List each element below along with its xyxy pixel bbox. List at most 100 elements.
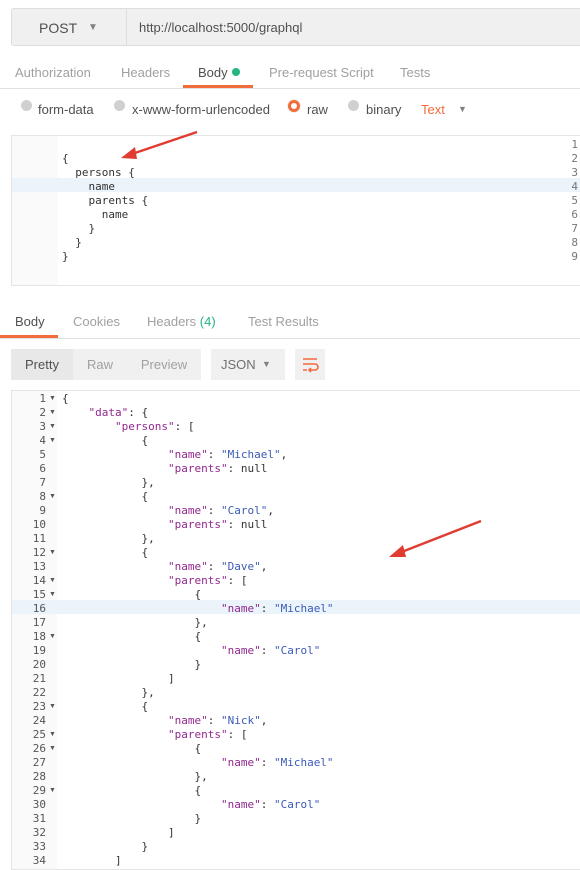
body-type-options: form-data x-www-form-urlencoded raw bina… — [0, 92, 580, 126]
radio-raw[interactable] — [288, 100, 300, 112]
wrap-lines-icon — [303, 358, 319, 373]
fold-toggle-icon[interactable]: ▼ — [49, 577, 56, 584]
code-line: parents { — [62, 194, 149, 207]
code-line: ] — [62, 672, 175, 685]
line-number: 17 — [32, 616, 46, 629]
fold-toggle-icon[interactable]: ▼ — [49, 437, 56, 444]
url-input[interactable]: http://localhost:5000/graphql — [126, 8, 580, 46]
code-line: ] — [62, 854, 122, 867]
fold-toggle-icon[interactable]: ▼ — [49, 591, 56, 598]
raw-button[interactable]: Raw — [73, 349, 127, 380]
chevron-down-icon: ▼ — [262, 359, 271, 369]
code-line: } — [62, 658, 202, 671]
fold-toggle-icon[interactable]: ▼ — [49, 549, 56, 556]
radio-form-data[interactable] — [21, 100, 32, 111]
line-number: 5 — [39, 448, 46, 461]
line-number: 3 — [571, 166, 578, 179]
line-number: 1 — [571, 138, 578, 151]
line-number: 9 — [39, 504, 46, 517]
line-number: 4 — [571, 180, 578, 193]
format-dropdown[interactable]: JSON ▼ — [211, 349, 285, 380]
code-line: }, — [62, 686, 155, 699]
line-number: 2 — [571, 152, 578, 165]
line-number: 5 — [571, 194, 578, 207]
active-tab-underline — [183, 85, 253, 88]
method-dropdown[interactable]: POST ▼ — [11, 8, 126, 46]
code-line: "name": "Nick", — [167, 714, 268, 727]
request-body-editor[interactable]: 1 2 3 4 5 6 7 8 9 { persons { name paren… — [11, 135, 580, 286]
request-tabs: Authorization Headers Body Pre-request S… — [0, 56, 580, 89]
fold-toggle-icon[interactable]: ▼ — [49, 787, 56, 794]
tab-pre-request-script[interactable]: Pre-request Script — [269, 65, 374, 80]
line-number: 20 — [32, 658, 46, 671]
annotation-arrow-icon — [389, 519, 482, 557]
line-number: 32 — [32, 826, 46, 839]
line-number: 34 — [32, 854, 46, 867]
tab-test-results[interactable]: Test Results — [248, 314, 319, 329]
line-number: 22 — [32, 686, 46, 699]
radio-x-www-form-urlencoded[interactable] — [114, 100, 125, 111]
pretty-button[interactable]: Pretty — [11, 349, 73, 380]
tab-response-headers[interactable]: Headers (4) — [147, 314, 216, 329]
code-line: { — [62, 392, 69, 405]
tab-cookies[interactable]: Cookies — [73, 314, 120, 329]
annotation-arrow-icon — [121, 130, 198, 159]
code-line: { — [62, 784, 202, 797]
preview-button[interactable]: Preview — [127, 349, 201, 380]
fold-toggle-icon[interactable]: ▼ — [49, 493, 56, 500]
response-body-viewer[interactable]: 1 ▼{2 ▼ "data": {3 ▼ "persons": [4 ▼ {5 "nam… — [11, 390, 580, 870]
code-line: name — [62, 208, 129, 221]
response-toolbar: Pretty Raw Preview JSON ▼ — [0, 345, 580, 385]
line-number: 3 — [39, 420, 46, 433]
code-line: { — [62, 434, 149, 447]
format-label: JSON — [221, 357, 256, 372]
line-number: 15 — [32, 588, 46, 601]
line-number: 12 — [32, 546, 46, 559]
code-line: } — [62, 250, 69, 263]
radio-x-www-form-urlencoded-label: x-www-form-urlencoded — [132, 102, 270, 117]
radio-binary-label: binary — [366, 102, 402, 117]
tab-body[interactable]: Body — [198, 65, 240, 80]
code-line: "parents": [ — [167, 728, 248, 741]
line-number: 31 — [32, 812, 46, 825]
fold-toggle-icon[interactable]: ▼ — [49, 395, 56, 402]
line-number: 2 — [39, 406, 46, 419]
line-number: 4 — [39, 434, 46, 447]
code-line: }, — [62, 476, 155, 489]
fold-toggle-icon[interactable]: ▼ — [49, 703, 56, 710]
line-number: 19 — [32, 644, 46, 657]
wrap-lines-button[interactable] — [295, 349, 325, 380]
line-number: 8 — [571, 236, 578, 249]
tab-tests[interactable]: Tests — [400, 65, 430, 80]
code-line: "name": "Michael" — [220, 756, 334, 769]
code-line: { — [62, 152, 69, 165]
tab-headers[interactable]: Headers — [121, 65, 170, 80]
code-line: { — [62, 630, 202, 643]
line-number: 6 — [571, 208, 578, 221]
code-line: "name": "Carol" — [220, 798, 321, 811]
tab-authorization[interactable]: Authorization — [15, 65, 91, 80]
line-number: 30 — [32, 798, 46, 811]
body-content-type-dropdown[interactable]: Text — [421, 102, 445, 117]
code-line: } — [62, 812, 202, 825]
code-line: "parents": null — [167, 518, 268, 531]
fold-toggle-icon[interactable]: ▼ — [49, 409, 56, 416]
line-number: 26 — [32, 742, 46, 755]
line-number: 9 — [571, 250, 578, 263]
radio-raw-label: raw — [307, 102, 328, 117]
line-number: 6 — [39, 462, 46, 475]
fold-toggle-icon[interactable]: ▼ — [49, 731, 56, 738]
fold-toggle-icon[interactable]: ▼ — [49, 423, 56, 430]
line-number: 25 — [32, 728, 46, 741]
radio-binary[interactable] — [348, 100, 359, 111]
code-line: "persons": [ — [114, 420, 195, 433]
code-line: { — [62, 700, 149, 713]
line-number: 13 — [32, 560, 46, 573]
code-line: "name": "Dave", — [167, 560, 268, 573]
tab-response-body[interactable]: Body — [15, 314, 45, 329]
radio-form-data-label: form-data — [38, 102, 94, 117]
fold-toggle-icon[interactable]: ▼ — [49, 745, 56, 752]
line-number: 7 — [571, 222, 578, 235]
code-line: "data": { — [88, 406, 149, 419]
fold-toggle-icon[interactable]: ▼ — [49, 633, 56, 640]
